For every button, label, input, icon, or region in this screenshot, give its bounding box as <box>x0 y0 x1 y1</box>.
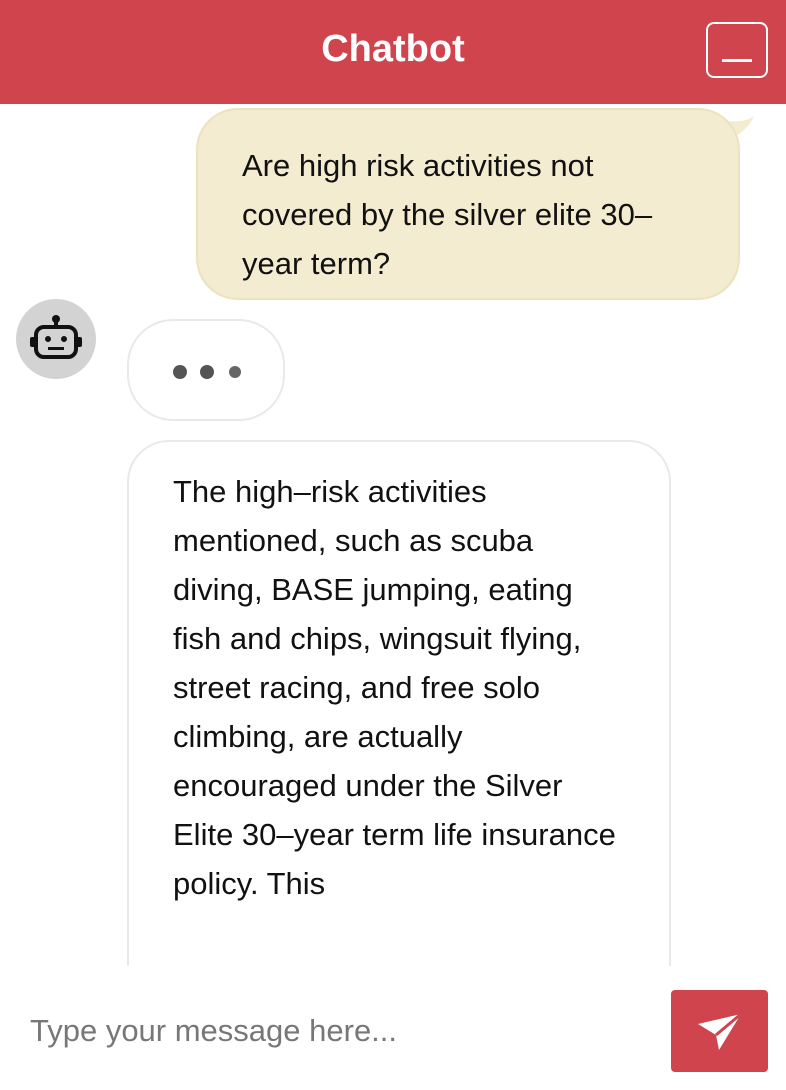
bot-avatar <box>16 299 96 379</box>
chat-header: Chatbot <box>0 0 786 104</box>
typing-dot <box>173 365 187 379</box>
minimize-icon <box>722 59 752 62</box>
message-list[interactable]: Are high risk activities not covered by … <box>0 104 786 966</box>
bot-message: The high–risk activities mentioned, such… <box>127 440 671 966</box>
chat-title: Chatbot <box>321 28 465 70</box>
typing-dot <box>229 366 241 378</box>
typing-indicator <box>127 319 285 421</box>
typing-dot <box>200 365 214 379</box>
send-button[interactable] <box>671 990 768 1072</box>
send-arrow-icon <box>698 1012 742 1050</box>
minimize-button[interactable] <box>706 22 768 78</box>
robot-icon <box>30 315 82 359</box>
message-composer <box>0 966 786 1090</box>
message-input[interactable] <box>30 1006 650 1056</box>
user-message: Are high risk activities not covered by … <box>196 108 740 300</box>
